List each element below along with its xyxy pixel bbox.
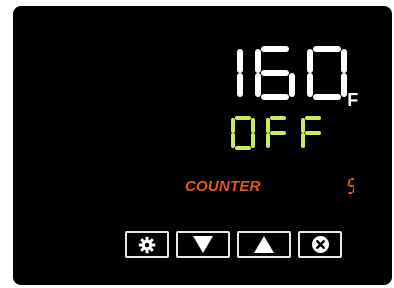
segment-digit — [237, 49, 243, 97]
segment-f — [266, 118, 270, 133]
segment-g — [305, 131, 321, 135]
status-readout — [231, 116, 325, 150]
temperature-unit: °F — [342, 88, 358, 110]
segment-a — [235, 116, 251, 120]
degree-symbol: ° — [342, 88, 347, 103]
up-button[interactable] — [237, 231, 291, 258]
button-row — [125, 231, 342, 258]
counter-value — [346, 178, 354, 194]
segment-f — [255, 49, 261, 73]
segment-c — [352, 186, 354, 193]
segment-d — [348, 192, 353, 194]
segment-digit — [347, 178, 354, 194]
unit-letter: F — [347, 90, 358, 110]
segment-b — [341, 49, 347, 73]
segment-d — [235, 146, 251, 150]
segment-digit — [255, 46, 295, 100]
segment-f — [301, 118, 305, 133]
segment-a — [270, 116, 286, 120]
cancel-button[interactable] — [298, 231, 342, 258]
segment-c — [237, 73, 243, 97]
segment-e — [301, 133, 305, 148]
segment-e — [307, 73, 313, 97]
segment-e — [255, 73, 261, 97]
segment-a — [313, 46, 341, 52]
segment-a — [261, 46, 289, 52]
gear-icon — [138, 236, 156, 253]
controller-display: °F COUNTER — [13, 6, 392, 285]
down-button[interactable] — [176, 231, 230, 258]
segment-g — [261, 70, 289, 76]
settings-button[interactable] — [125, 231, 169, 258]
triangle-down-icon — [193, 236, 213, 253]
segment-b — [251, 118, 255, 133]
segment-f — [231, 118, 235, 133]
counter-label: COUNTER — [185, 178, 261, 195]
segment-d — [313, 94, 341, 100]
segment-e — [231, 133, 235, 148]
segment-digit — [307, 46, 347, 100]
segment-b — [353, 179, 354, 186]
segment-c — [289, 73, 295, 97]
segment-digit — [301, 116, 321, 148]
triangle-up-icon — [254, 236, 274, 253]
temperature-readout — [203, 46, 347, 100]
segment-a — [305, 116, 321, 120]
segment-digit — [231, 116, 255, 150]
segment-a — [350, 178, 354, 180]
close-circle-icon — [311, 236, 329, 253]
segment-g — [349, 185, 354, 187]
segment-d — [261, 94, 289, 100]
segment-digit — [266, 116, 286, 148]
segment-c — [251, 133, 255, 148]
segment-g — [270, 131, 286, 135]
segment-e — [266, 133, 270, 148]
segment-f — [307, 49, 313, 73]
segment-b — [237, 49, 243, 73]
segment-f — [347, 179, 351, 186]
